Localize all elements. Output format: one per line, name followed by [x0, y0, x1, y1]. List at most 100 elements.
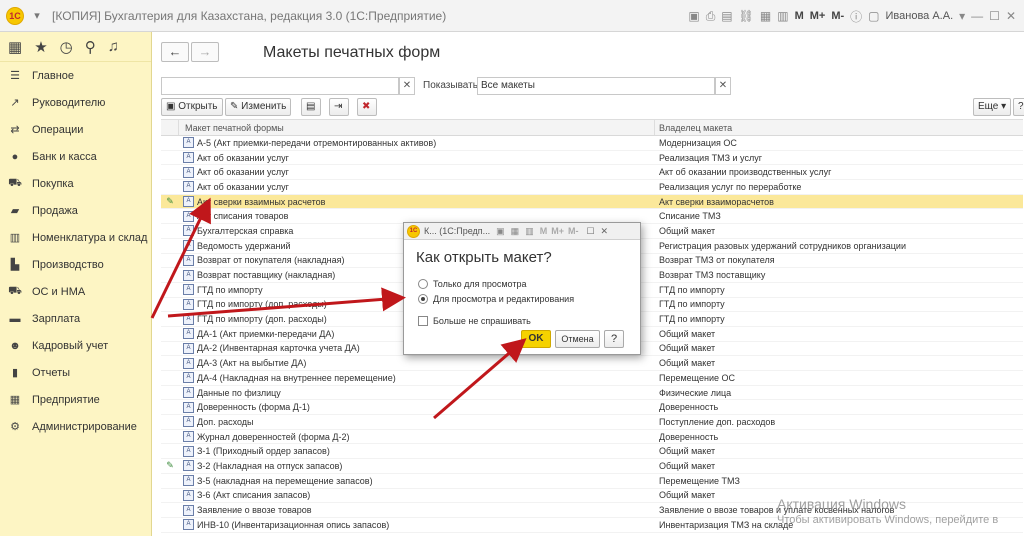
memory-minus-button[interactable]: M-: [831, 10, 844, 22]
preview-icon[interactable]: ▤: [721, 9, 732, 23]
template-name: Акт сверки взаимных расчетов: [197, 196, 326, 207]
delete-template-icon[interactable]: ✖: [357, 98, 377, 116]
sidebar-item-11[interactable]: ▮ Отчеты: [0, 359, 151, 386]
maximize-icon[interactable]: ☐: [989, 9, 1000, 23]
dropdown-icon[interactable]: ▾: [959, 9, 965, 23]
sidebar-item-3[interactable]: ● Банк и касса: [0, 143, 151, 170]
filter-label: Показывать:: [423, 80, 481, 91]
sidebar-item-13[interactable]: ⚙ Администрирование: [0, 413, 151, 440]
column-owner-header[interactable]: Владелец макета: [655, 120, 1023, 135]
bell-icon[interactable]: ♫: [108, 38, 119, 55]
table-row[interactable]: A З-1 (Приходный ордер запасов) Общий маке…: [161, 444, 1023, 460]
cell-template-name: A А-5 (Акт приемки-передачи отремонтирова…: [179, 137, 655, 149]
sidebar-item-2[interactable]: ⇄ Операции: [0, 116, 151, 143]
view-only-radio[interactable]: [418, 279, 428, 289]
cell-template-name: A Акт об оказании услуг: [179, 181, 655, 193]
dialog-calculator-icon[interactable]: ▥: [525, 226, 534, 237]
sidebar-item-0[interactable]: ☰ Главное: [0, 62, 151, 89]
table-row[interactable]: A ДА-4 (Накладная на внутреннее перемещен…: [161, 371, 1023, 386]
clear-filter-button[interactable]: ✕: [715, 77, 731, 95]
sidebar-item-6[interactable]: ▥ Номенклатура и склад: [0, 224, 151, 251]
sidebar-item-12[interactable]: ▦ Предприятие: [0, 386, 151, 413]
sidebar-item-5[interactable]: ▰ Продажа: [0, 197, 151, 224]
table-row[interactable]: A Акт об оказании услуг Реализация ТМЗ и у…: [161, 151, 1023, 166]
history-icon[interactable]: ◷: [60, 38, 73, 56]
save-icon[interactable]: ▣: [688, 9, 699, 23]
view-only-option[interactable]: Только для просмотра: [418, 279, 526, 289]
sidebar-item-label: Зарплата: [32, 312, 81, 325]
sidebar-item-label: Продажа: [32, 204, 78, 217]
more-button[interactable]: Еще ▾: [973, 98, 1012, 116]
help-button[interactable]: ?: [1013, 98, 1024, 116]
dialog-save-icon[interactable]: ▣: [496, 226, 505, 237]
edit-button[interactable]: ✎ Изменить: [225, 98, 292, 116]
search-icon[interactable]: ⚲: [85, 38, 96, 56]
view-edit-option[interactable]: Для просмотра и редактирования: [418, 294, 574, 304]
cell-template-name: A ДА-4 (Накладная на внутреннее перемещен…: [179, 372, 655, 384]
cell-template-name: A Акт об оказании услуг: [179, 166, 655, 178]
memory-button[interactable]: M: [795, 10, 804, 22]
sidebar-item-1[interactable]: ↗ Руководителю: [0, 89, 151, 116]
dialog-calendar-icon[interactable]: ▦: [511, 226, 520, 237]
table-row[interactable]: A Акт об оказании услуг Реализация услуг п…: [161, 180, 1023, 195]
filter-select[interactable]: Все макеты: [477, 77, 715, 95]
dialog-help-button[interactable]: ?: [604, 330, 624, 348]
save-template-icon[interactable]: ⇥: [329, 98, 349, 116]
table-row[interactable]: A А-5 (Акт приемки-передачи отремонтирова…: [161, 136, 1023, 151]
cell-owner: Реализация ТМЗ и услуг: [659, 152, 762, 163]
apps-grid-icon[interactable]: ▦: [8, 38, 22, 56]
sidebar-item-9[interactable]: ▬ Зарплата: [0, 305, 151, 332]
view-edit-radio[interactable]: [418, 294, 428, 304]
windows-activation-watermark: Активация Windows Чтобы активировать Win…: [777, 496, 998, 528]
minimize-icon[interactable]: —: [971, 9, 983, 23]
favorites-star-icon[interactable]: ★: [34, 38, 47, 56]
calculator-icon[interactable]: ▥: [777, 9, 788, 23]
window-icon[interactable]: ▢: [868, 9, 879, 23]
dialog-memory-button[interactable]: M: [540, 226, 548, 236]
table-row[interactable]: A З-5 (накладная на перемещение запасов) П…: [161, 474, 1023, 489]
table-row[interactable]: A Доп. расходы Поступление доп. расходов: [161, 415, 1023, 430]
close-icon[interactable]: ✕: [1006, 9, 1016, 23]
sidebar-item-4[interactable]: ⛟ Покупка: [0, 170, 151, 197]
dont-ask-checkbox[interactable]: [418, 316, 428, 326]
link-icon[interactable]: ⛓: [739, 9, 754, 23]
search-input[interactable]: [161, 77, 399, 95]
user-name[interactable]: Иванова А.А.: [886, 10, 954, 22]
dialog-memory-plus-button[interactable]: M+: [551, 226, 564, 236]
cell-owner: Акт сверки взаиморасчетов: [659, 196, 774, 207]
dialog-close-icon[interactable]: ✕: [601, 226, 609, 237]
table-row[interactable]: A Журнал доверенностей (форма Д-2) Доверен…: [161, 430, 1023, 445]
sidebar-item-8[interactable]: ⛟ ОС и НМА: [0, 278, 151, 305]
print-icon[interactable]: ⎙: [706, 9, 716, 24]
dialog-logo: 1С: [407, 224, 420, 238]
info-icon[interactable]: ⓘ: [850, 8, 862, 25]
open-button[interactable]: ▣ Открыть: [161, 98, 223, 116]
template-file-icon: A: [183, 254, 194, 266]
ok-button[interactable]: OK: [521, 330, 551, 348]
template-file-icon: A: [183, 152, 194, 164]
cancel-button[interactable]: Отмена: [555, 330, 600, 348]
memory-plus-button[interactable]: M+: [810, 10, 826, 22]
menu-arrow-icon[interactable]: ▾: [30, 9, 44, 23]
sidebar-item-10[interactable]: ☻ Кадровый учет: [0, 332, 151, 359]
table-row[interactable]: A Данные по физлицу Физические лица: [161, 386, 1023, 401]
dont-ask-option[interactable]: Больше не спрашивать: [418, 316, 531, 326]
load-template-icon[interactable]: ▤: [301, 98, 321, 116]
table-row[interactable]: A Доверенность (форма Д-1) Доверенность: [161, 400, 1023, 416]
table-row[interactable]: A Акт об оказании услуг Акт об оказании пр…: [161, 165, 1023, 181]
cell-owner: ГТД по импорту: [659, 314, 725, 325]
template-file-icon: A: [183, 489, 194, 501]
table-row[interactable]: A ДА-3 (Акт на выбытие ДА) Общий макет: [161, 356, 1023, 371]
calendar-icon[interactable]: ▦: [760, 9, 771, 23]
back-button[interactable]: ←: [161, 42, 189, 62]
table-row[interactable]: ✎ A З-2 (Накладная на отпуск запасов) Общий…: [161, 459, 1023, 474]
template-name: Возврат от покупателя (накладная): [197, 255, 345, 266]
table-row[interactable]: ✎ A Акт сверки взаимных расчетов Акт сверки…: [161, 194, 1023, 210]
sidebar-item-7[interactable]: ▙ Производство: [0, 251, 151, 278]
forward-button[interactable]: →: [191, 42, 219, 62]
dialog-title: К... (1С:Предп...: [424, 226, 491, 236]
column-name-header[interactable]: Макет печатной формы: [179, 120, 655, 135]
clear-search-button[interactable]: ✕: [399, 77, 415, 95]
dialog-memory-minus-button[interactable]: M-: [568, 226, 579, 236]
dialog-maximize-icon[interactable]: ☐: [586, 226, 594, 237]
